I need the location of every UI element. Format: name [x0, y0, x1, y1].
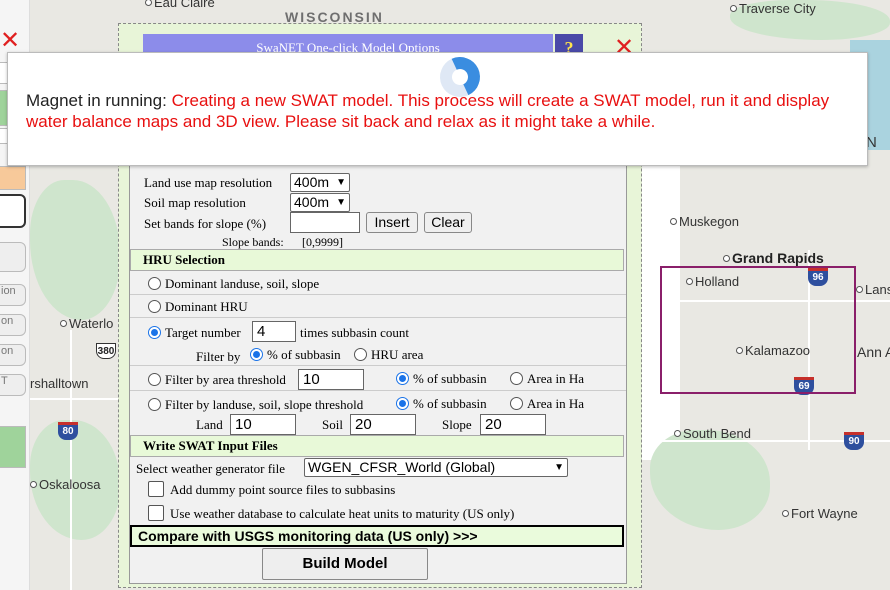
- divider: [130, 294, 626, 295]
- weather-generator-select[interactable]: WGEN_CFSR_World (Global) ▼: [304, 458, 568, 477]
- city-muskegon: Muskegon: [670, 214, 739, 229]
- highway: [70, 330, 72, 590]
- selected-region-outline: [660, 266, 856, 394]
- city-grand-rapids: Grand Rapids: [723, 250, 824, 266]
- slope-label: Slope: [442, 417, 472, 432]
- left-panel-button[interactable]: [0, 194, 26, 228]
- compare-usgs-link[interactable]: Compare with USGS monitoring data (US on…: [130, 525, 624, 547]
- dominant-hru-option[interactable]: Dominant HRU: [148, 299, 248, 315]
- filter-by-label: Filter by: [196, 349, 241, 364]
- build-model-button[interactable]: Build Model: [262, 548, 428, 580]
- left-panel-button[interactable]: [0, 242, 26, 272]
- radio-selected-icon[interactable]: [250, 348, 263, 361]
- city-traverse-city: Traverse City: [730, 1, 816, 16]
- target-suffix: times subbasin count: [300, 325, 410, 340]
- soil-label: Soil: [322, 417, 343, 432]
- divider: [130, 365, 626, 366]
- left-panel-item[interactable]: on: [0, 344, 26, 366]
- checkbox-icon[interactable]: [148, 481, 164, 497]
- radio-selected-icon[interactable]: [396, 397, 409, 410]
- slope-bands-input[interactable]: [290, 212, 360, 233]
- lss-threshold-ha-option[interactable]: Area in Ha: [510, 396, 584, 412]
- divider: [130, 390, 626, 391]
- pct-subbasin-option[interactable]: % of subbasin: [250, 347, 341, 363]
- area-threshold-pct-option[interactable]: % of subbasin: [396, 371, 487, 387]
- options-form: Land use map resolution 400m ▼ Soil map r…: [129, 164, 627, 584]
- slope-bands-display-label: Slope bands:: [222, 235, 284, 249]
- heat-units-option[interactable]: Use weather database to calculate heat u…: [148, 505, 514, 522]
- radio-selected-icon[interactable]: [396, 372, 409, 385]
- slope-threshold-input[interactable]: 20: [480, 414, 546, 435]
- left-close-icon[interactable]: ✕: [0, 28, 20, 52]
- hru-selection-header: HRU Selection: [130, 249, 624, 271]
- dummy-point-option[interactable]: Add dummy point source files to subbasin…: [148, 481, 395, 498]
- radio-icon[interactable]: [148, 398, 161, 411]
- slope-bands-display-value: [0,9999]: [302, 235, 343, 249]
- land-label: Land: [196, 417, 223, 432]
- left-panel-item[interactable]: ion: [0, 284, 26, 306]
- left-panel-button[interactable]: [0, 166, 26, 190]
- city-ann-arbor: Ann A: [857, 344, 890, 360]
- city-south-bend: South Bend: [674, 426, 751, 441]
- dominant-lss-option[interactable]: Dominant landuse, soil, slope: [148, 276, 319, 292]
- highway: [30, 398, 120, 400]
- left-panel-item[interactable]: on: [0, 314, 26, 336]
- area-threshold-input[interactable]: 10: [298, 369, 364, 390]
- soil-resolution-label: Soil map resolution: [144, 195, 246, 210]
- landuse-resolution-select[interactable]: 400m ▼: [290, 173, 350, 192]
- left-panel-button[interactable]: [0, 426, 26, 468]
- forest-area: [30, 180, 120, 320]
- city-marshalltown: rshalltown: [30, 376, 89, 391]
- chevron-down-icon: ▼: [336, 177, 346, 188]
- target-number-option[interactable]: Target number: [148, 325, 241, 341]
- radio-icon[interactable]: [354, 348, 367, 361]
- radio-icon[interactable]: [148, 277, 161, 290]
- forest-area: [650, 430, 770, 530]
- chevron-down-icon: ▼: [336, 197, 346, 208]
- left-panel-item[interactable]: T: [0, 374, 26, 396]
- us-380-shield: 380: [96, 343, 116, 359]
- radio-icon[interactable]: [510, 397, 523, 410]
- lss-threshold-pct-option[interactable]: % of subbasin: [396, 396, 487, 412]
- message-prefix: Magnet in running:: [26, 91, 167, 110]
- lss-threshold-option[interactable]: Filter by landuse, soil, slope threshold: [148, 397, 363, 413]
- target-number-input[interactable]: 4: [252, 321, 296, 342]
- radio-icon[interactable]: [510, 372, 523, 385]
- city-oskaloosa: Oskaloosa: [30, 477, 100, 492]
- area-threshold-ha-option[interactable]: Area in Ha: [510, 371, 584, 387]
- city-waterloo: Waterlo: [60, 316, 113, 331]
- hru-area-option[interactable]: HRU area: [354, 347, 423, 363]
- city-fort-wayne: Fort Wayne: [782, 506, 858, 521]
- divider: [130, 317, 626, 318]
- slope-bands-label: Set bands for slope (%): [144, 216, 267, 231]
- insert-button[interactable]: Insert: [366, 212, 418, 233]
- radio-selected-icon[interactable]: [148, 326, 161, 339]
- write-swat-header: Write SWAT Input Files: [130, 435, 624, 457]
- land-threshold-input[interactable]: 10: [230, 414, 296, 435]
- interstate-90-shield: 90: [844, 432, 864, 450]
- progress-message: Magnet in running: Creating a new SWAT m…: [26, 90, 846, 132]
- weather-generator-label: Select weather generator file: [136, 461, 286, 476]
- area-threshold-option[interactable]: Filter by area threshold: [148, 372, 286, 388]
- soil-threshold-input[interactable]: 20: [350, 414, 416, 435]
- city-eau-claire: Eau Claire: [145, 0, 215, 10]
- progress-message-box: Magnet in running: Creating a new SWAT m…: [7, 51, 868, 166]
- city-lansing: Lansin: [856, 282, 890, 297]
- landuse-resolution-label: Land use map resolution: [144, 175, 273, 190]
- radio-icon[interactable]: [148, 373, 161, 386]
- soil-resolution-select[interactable]: 400m ▼: [290, 193, 350, 212]
- checkbox-icon[interactable]: [148, 505, 164, 521]
- clear-button[interactable]: Clear: [424, 212, 472, 233]
- chevron-down-icon: ▼: [554, 462, 564, 473]
- radio-icon[interactable]: [148, 300, 161, 313]
- interstate-80-shield: 80: [58, 422, 78, 440]
